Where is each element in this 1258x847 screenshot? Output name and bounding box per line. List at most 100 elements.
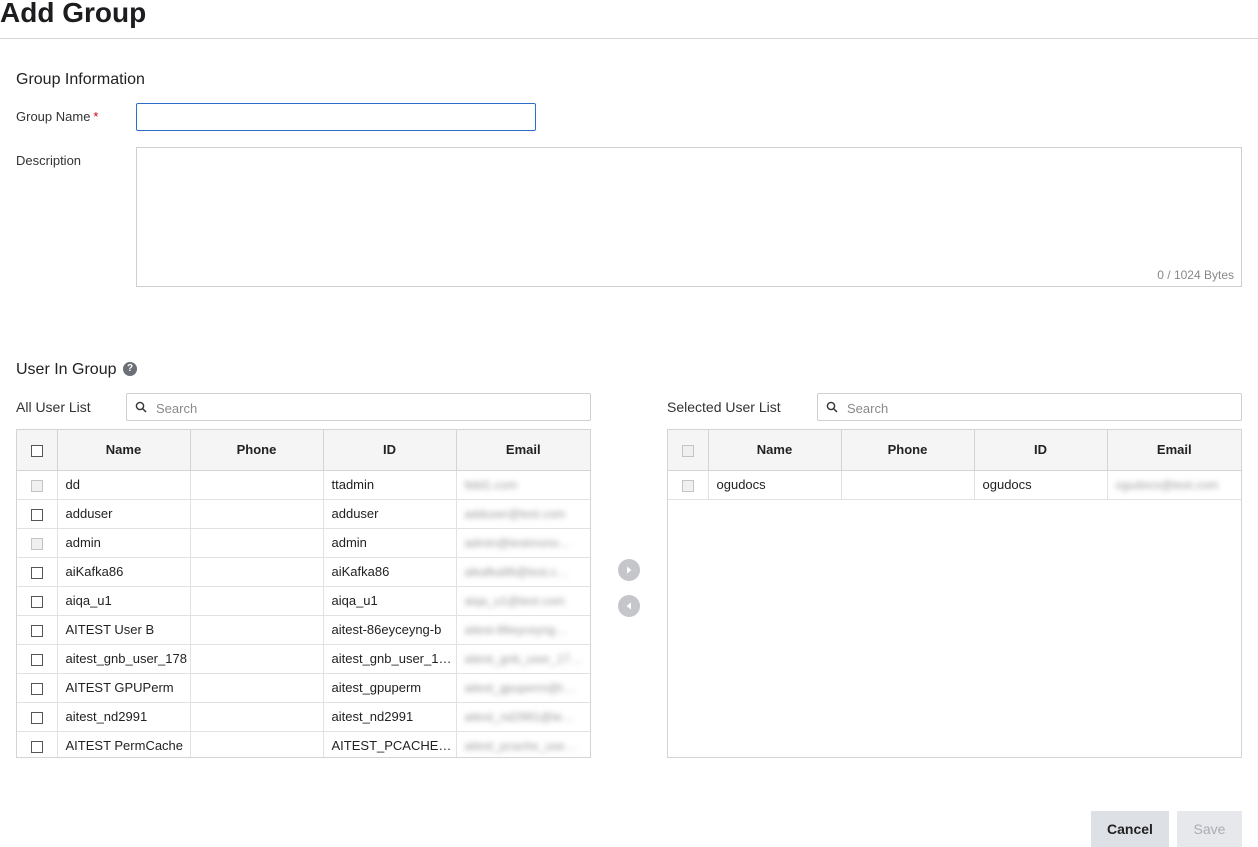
table-header-row: Name Phone ID Email: [17, 430, 590, 471]
column-header-name[interactable]: Name: [708, 430, 842, 471]
row-checkbox-cell[interactable]: [17, 557, 58, 587]
cell-email: aitest_gnb_user_17…: [456, 644, 590, 674]
table-row[interactable]: aiKafka86 aiKafka86 aikafka86@test.c…: [17, 557, 590, 587]
chevron-right-icon: [627, 566, 632, 574]
cell-email: aikafka86@test.c…: [456, 557, 590, 587]
row-checkbox-cell: [668, 470, 709, 500]
column-header-id[interactable]: ID: [974, 430, 1108, 471]
table-header-row: Name Phone ID Email: [668, 430, 1241, 471]
cell-name: AITEST User B: [57, 615, 191, 645]
row-checkbox[interactable]: [30, 711, 43, 724]
selected-user-list-label: Selected User List: [667, 399, 781, 415]
table-row[interactable]: admin admin admin@testmono…: [17, 528, 590, 558]
table-row[interactable]: ogudocs ogudocs ogudocs@test.com: [668, 470, 1241, 500]
cancel-button[interactable]: Cancel: [1091, 811, 1169, 847]
cell-name: aitest_gnb_user_178: [57, 644, 191, 674]
move-left-button[interactable]: [618, 595, 640, 617]
row-checkbox[interactable]: [30, 740, 43, 753]
cell-email: aitest_pcache_use…: [456, 731, 590, 757]
cell-id: aiKafka86: [323, 557, 457, 587]
question-circle-icon[interactable]: ?: [123, 362, 137, 376]
description-textarea[interactable]: 0 / 1024 Bytes: [136, 147, 1242, 287]
group-name-input[interactable]: [136, 103, 536, 131]
row-checkbox-cell[interactable]: [17, 644, 58, 674]
cell-email: ttdd1.com: [456, 470, 590, 500]
row-checkbox[interactable]: [30, 595, 43, 608]
row-checkbox[interactable]: [30, 682, 43, 695]
group-name-label: Group Name *: [16, 109, 99, 124]
row-checkbox-cell[interactable]: [17, 615, 58, 645]
cell-id: aitest_gpuperm: [323, 673, 457, 703]
cell-id: aitest_gnb_user_1…: [323, 644, 457, 674]
column-header-phone[interactable]: Phone: [841, 430, 975, 471]
search-placeholder: Search: [847, 401, 889, 416]
row-checkbox: [30, 537, 43, 550]
column-header-email[interactable]: Email: [456, 430, 590, 471]
all-user-search-input[interactable]: Search: [126, 393, 591, 421]
column-header-name[interactable]: Name: [57, 430, 191, 471]
row-checkbox-cell[interactable]: [17, 731, 58, 757]
cell-name: admin: [57, 528, 191, 558]
cell-id: adduser: [323, 499, 457, 529]
cell-name: AITEST PermCache: [57, 731, 191, 757]
cell-email: aiqa_u1@test.com: [456, 586, 590, 616]
row-checkbox-cell[interactable]: [17, 673, 58, 703]
email-value: admin@testmono…: [464, 536, 571, 550]
select-all-checkbox-cell[interactable]: [17, 430, 58, 471]
cell-name: ogudocs: [708, 470, 842, 500]
cell-name: aiqa_u1: [57, 586, 191, 616]
row-checkbox-cell[interactable]: [17, 702, 58, 732]
row-checkbox[interactable]: [30, 508, 43, 521]
cell-name: aiKafka86: [57, 557, 191, 587]
table-row[interactable]: aitest_gnb_user_178 aitest_gnb_user_1… ait…: [17, 644, 590, 674]
row-checkbox[interactable]: [30, 566, 43, 579]
selected-user-search-input[interactable]: Search: [817, 393, 1242, 421]
column-header-phone[interactable]: Phone: [190, 430, 324, 471]
row-checkbox[interactable]: [30, 653, 43, 666]
move-right-button[interactable]: [618, 559, 640, 581]
table-row[interactable]: dd ttadmin ttdd1.com: [17, 470, 590, 500]
row-checkbox: [30, 479, 43, 492]
select-all-checkbox-cell: [668, 430, 709, 471]
row-checkbox-cell[interactable]: [17, 499, 58, 529]
cell-phone: [190, 644, 324, 674]
column-header-email[interactable]: Email: [1107, 430, 1241, 471]
cell-phone: [190, 470, 324, 500]
table-row[interactable]: AITEST PermCache AITEST_PCACHE_… aitest_pc…: [17, 731, 590, 757]
search-icon: [826, 401, 838, 413]
row-checkbox[interactable]: [30, 624, 43, 637]
cell-id: ttadmin: [323, 470, 457, 500]
cell-phone: [190, 731, 324, 757]
byte-counter: 0 / 1024 Bytes: [1157, 268, 1234, 282]
cell-phone: [190, 702, 324, 732]
search-icon: [135, 401, 147, 413]
row-checkbox: [681, 479, 694, 492]
cell-id: aiqa_u1: [323, 586, 457, 616]
table-row[interactable]: adduser adduser adduser@test.com: [17, 499, 590, 529]
email-value: ttdd1.com: [464, 478, 518, 492]
cell-phone: [190, 615, 324, 645]
all-user-table: Name Phone ID Email dd ttadmin ttdd1.com ad…: [16, 429, 591, 758]
row-checkbox-cell: [17, 528, 58, 558]
cell-id: ogudocs: [974, 470, 1108, 500]
table-row[interactable]: AITEST GPUPerm aitest_gpuperm aitest_gpupe…: [17, 673, 590, 703]
email-value: aitest_nd2991@te…: [464, 710, 575, 724]
email-value: aitest_pcache_use…: [464, 739, 577, 753]
group-information-heading: Group Information: [16, 71, 145, 88]
select-all-checkbox[interactable]: [30, 444, 43, 457]
cell-phone: [190, 586, 324, 616]
table-row[interactable]: AITEST User B aitest-86eyceyng-b aitest-86…: [17, 615, 590, 645]
cell-phone: [190, 499, 324, 529]
cell-name: AITEST GPUPerm: [57, 673, 191, 703]
table-row[interactable]: aiqa_u1 aiqa_u1 aiqa_u1@test.com: [17, 586, 590, 616]
title-divider: [0, 38, 1258, 39]
cell-phone: [190, 557, 324, 587]
save-button[interactable]: Save: [1177, 811, 1242, 847]
cell-phone: [841, 470, 975, 500]
table-row[interactable]: aitest_nd2991 aitest_nd2991 aitest_nd2991@…: [17, 702, 590, 732]
email-value: aitest-86eyceyng…: [464, 623, 568, 637]
column-header-id[interactable]: ID: [323, 430, 457, 471]
cell-id: admin: [323, 528, 457, 558]
row-checkbox-cell[interactable]: [17, 586, 58, 616]
search-placeholder: Search: [156, 401, 198, 416]
